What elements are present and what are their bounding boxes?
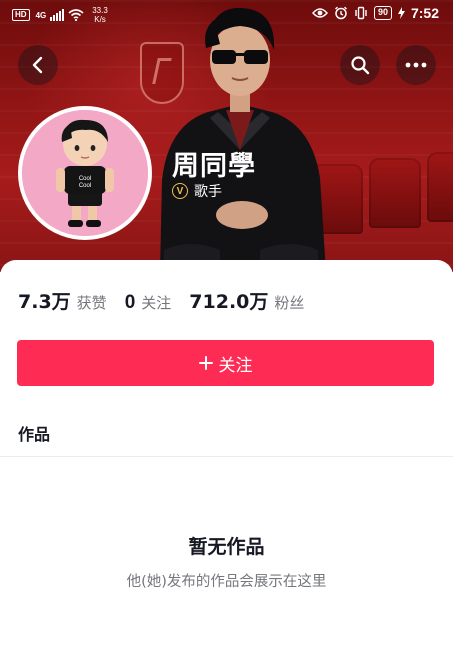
stat-following[interactable]: 0 关注: [125, 292, 172, 314]
stat-likes-label: 获赞: [76, 294, 107, 312]
hd-voice-icon: HD: [12, 9, 30, 21]
tab-works[interactable]: 作品: [18, 421, 50, 445]
cover-photo-person: [160, 7, 326, 272]
stat-following-value: 0: [124, 292, 136, 313]
network-speed-value: 33.3: [92, 6, 108, 15]
status-right-group: 90 7:52: [311, 5, 439, 21]
verified-title: 歌手: [194, 184, 222, 200]
svg-text:Cool: Cool: [79, 183, 91, 189]
status-left-group: HD 4G 33.3 K/s: [12, 6, 108, 24]
empty-state-subtitle: 他(她)发布的作品会展示在这里: [126, 574, 327, 590]
charging-icon: [397, 7, 405, 19]
search-icon: [351, 56, 370, 75]
signal-strength-icon: [50, 9, 65, 21]
verification-row: V 歌手: [172, 181, 222, 201]
follow-button[interactable]: 关注: [17, 340, 434, 386]
back-button[interactable]: [18, 45, 58, 85]
profile-display-name: 周同學: [172, 151, 256, 182]
network-type-label: 4G: [35, 10, 47, 20]
network-speed-unit: K/s: [94, 15, 106, 24]
alarm-icon: [334, 6, 347, 20]
eye-comfort-icon: [311, 8, 328, 18]
stat-followers[interactable]: 712.0万 粉丝: [189, 287, 304, 314]
more-options-button[interactable]: [396, 45, 436, 85]
profile-avatar[interactable]: Cool Cool: [18, 106, 152, 240]
status-bar: HD 4G 33.3 K/s 90 7:52: [0, 0, 453, 32]
profile-info-card: 7.3万 获赞 0 关注 712.0万 粉丝 关注 作品 暂无作品 他(她)发布…: [0, 260, 453, 649]
vibrate-icon: [355, 6, 367, 20]
empty-state-title: 暂无作品: [188, 536, 265, 558]
stat-likes[interactable]: 7.3万 获赞: [18, 287, 107, 314]
stat-likes-value: 7.3万: [18, 291, 71, 313]
search-button[interactable]: [340, 45, 380, 85]
profile-screen: HD 4G 33.3 K/s 90 7:52 Cool Cool 周同學 V 歌…: [0, 0, 453, 649]
svg-text:Cool: Cool: [79, 176, 91, 182]
stat-followers-label: 粉丝: [274, 294, 305, 312]
verified-badge-icon: V: [172, 183, 188, 199]
wifi-icon: [68, 9, 84, 21]
chevron-left-icon: [32, 56, 43, 74]
profile-stats: 7.3万 获赞 0 关注 712.0万 粉丝: [18, 287, 322, 314]
status-time: 7:52: [410, 5, 439, 21]
network-speed: 33.3 K/s: [92, 6, 108, 24]
more-horizontal-icon: [405, 62, 427, 68]
tab-divider: [0, 456, 453, 457]
stat-following-label: 关注: [141, 294, 172, 312]
plus-icon: [198, 356, 213, 370]
avatar-cartoon-figure: Cool Cool: [22, 110, 148, 236]
stat-followers-value: 712.0万: [189, 291, 269, 313]
battery-icon: 90: [373, 6, 392, 20]
follow-button-label: 关注: [218, 355, 253, 376]
